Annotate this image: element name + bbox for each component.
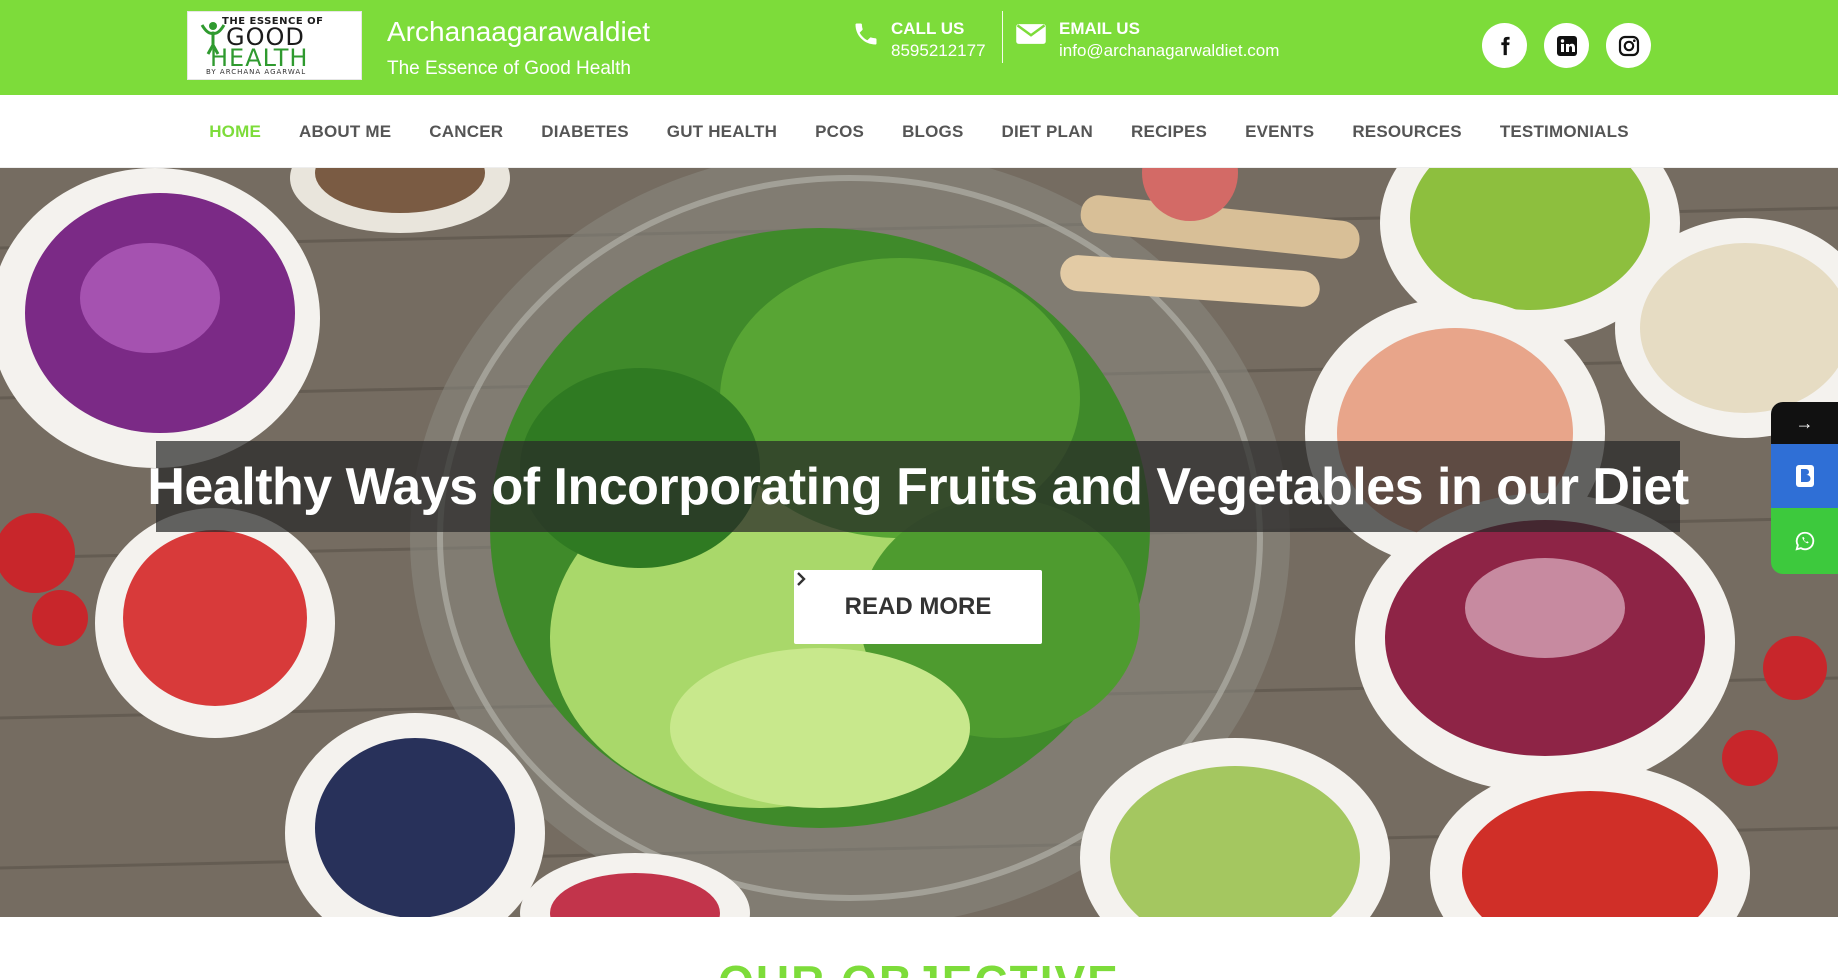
objective-heading: OUR OBJECTIVE	[0, 955, 1838, 978]
nav-item-blogs[interactable]: BLOGS	[902, 122, 963, 142]
nav-item-about-me[interactable]: ABOUT ME	[299, 122, 391, 142]
nav-item-recipes[interactable]: RECIPES	[1131, 122, 1207, 142]
nav-item-cancer[interactable]: CANCER	[429, 122, 503, 142]
call-us-number[interactable]: 8595212177	[891, 40, 986, 62]
hero-title-band: Healthy Ways of Incorporating Fruits and…	[147, 441, 1689, 532]
email-us-address[interactable]: info@archanagarwaldiet.com	[1059, 40, 1279, 62]
instagram-button[interactable]	[1606, 23, 1651, 68]
email-us-label: EMAIL US	[1059, 19, 1140, 38]
contact-divider	[1002, 11, 1003, 63]
booking-icon	[1795, 465, 1814, 487]
main-navigation: HOME ABOUT ME CANCER DIABETES GUT HEALTH…	[0, 95, 1838, 168]
arrow-right-icon: →	[1795, 412, 1814, 433]
whatsapp-icon	[1794, 531, 1814, 551]
nav-item-diabetes[interactable]: DIABETES	[541, 122, 629, 142]
nav-item-diet-plan[interactable]: DIET PLAN	[1002, 122, 1094, 142]
chevron-right-icon	[797, 572, 806, 586]
nav-item-events[interactable]: EVENTS	[1245, 122, 1314, 142]
side-toggle-arrow[interactable]: →	[1771, 402, 1838, 444]
call-us-label: CALL US	[891, 19, 965, 38]
nav-item-pcos[interactable]: PCOS	[815, 122, 864, 142]
nav-item-resources[interactable]: RESOURCES	[1352, 122, 1462, 142]
nav-item-home[interactable]: HOME	[209, 122, 261, 142]
email-us-block[interactable]: EMAIL US info@archanagarwaldiet.com	[1059, 18, 1279, 62]
whatsapp-button[interactable]	[1771, 508, 1838, 574]
logo-graphic: THE ESSENCE OF GOOD HEALTH BY ARCHANA AG…	[192, 15, 357, 77]
instagram-icon	[1618, 35, 1639, 56]
hero-slider: Healthy Ways of Incorporating Fruits and…	[0, 168, 1838, 917]
booking-button[interactable]	[1771, 444, 1838, 508]
site-tagline: The Essence of Good Health	[387, 58, 631, 79]
read-more-button[interactable]: READ MORE	[794, 570, 1042, 644]
top-header-bar: THE ESSENCE OF GOOD HEALTH BY ARCHANA AG…	[0, 0, 1838, 95]
linkedin-button[interactable]	[1544, 23, 1589, 68]
logo-word-health: HEALTH	[210, 43, 309, 72]
linkedin-icon	[1556, 35, 1577, 56]
facebook-icon	[1500, 36, 1510, 55]
hero-background-image	[0, 168, 1838, 917]
logo-byline: BY ARCHANA AGARWAL	[206, 67, 307, 76]
call-us-block[interactable]: CALL US 8595212177	[891, 18, 986, 62]
facebook-button[interactable]	[1482, 23, 1527, 68]
site-title[interactable]: Archanaagarawaldiet	[387, 16, 650, 48]
nav-list: HOME ABOUT ME CANCER DIABETES GUT HEALTH…	[0, 95, 1838, 168]
phone-icon	[855, 23, 877, 45]
read-more-label: READ MORE	[844, 593, 992, 620]
hero-title: Healthy Ways of Incorporating Fruits and…	[147, 457, 1689, 516]
nav-item-testimonials[interactable]: TESTIMONIALS	[1500, 122, 1629, 142]
envelope-icon	[1016, 24, 1046, 44]
site-logo[interactable]: THE ESSENCE OF GOOD HEALTH BY ARCHANA AG…	[187, 11, 362, 80]
nav-item-gut-health[interactable]: GUT HEALTH	[667, 122, 777, 142]
